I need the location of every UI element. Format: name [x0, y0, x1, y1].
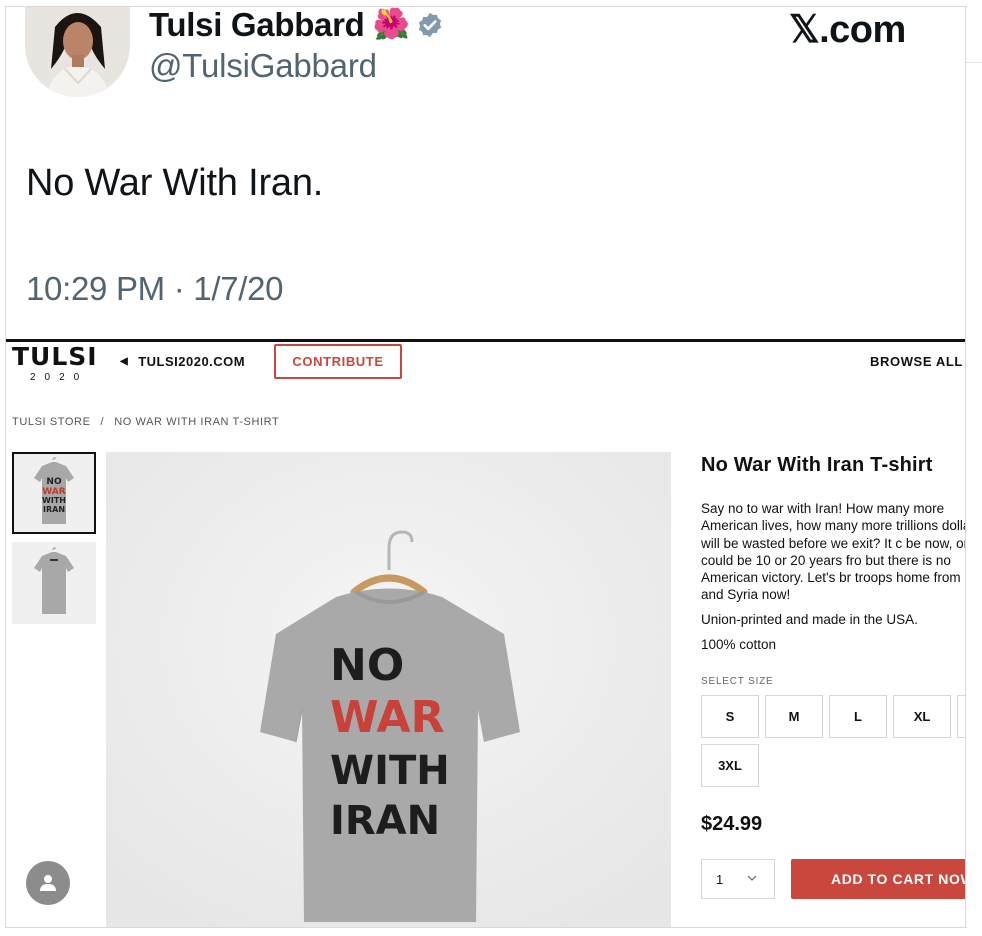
- product-description: Say no to war with Iran! How many more A…: [701, 501, 965, 603]
- svg-text:NO: NO: [46, 477, 62, 487]
- shirt-print-line: NO: [330, 640, 404, 691]
- browse-all-link[interactable]: BROWSE ALL: [870, 354, 963, 369]
- breadcrumb: TULSI STORE / NO WAR WITH IRAN T-SHIRT: [12, 416, 279, 428]
- logo-main: TULSI: [12, 342, 98, 371]
- add-to-cart-button[interactable]: ADD TO CART NOW: [791, 859, 965, 899]
- user-icon[interactable]: [26, 861, 70, 905]
- shirt-print-line: WITH: [330, 748, 450, 794]
- svg-text:WITH: WITH: [42, 496, 66, 505]
- store-logo[interactable]: TULSI 2020: [12, 343, 98, 385]
- breadcrumb-store[interactable]: TULSI STORE: [12, 416, 91, 428]
- shirt-print-line: WAR: [330, 692, 445, 743]
- tweet-card: Tulsi Gabbard 🌺 @TulsiGabbard 𝕏.com No W…: [6, 6, 965, 340]
- breadcrumb-separator: /: [100, 416, 105, 428]
- quantity-select[interactable]: 1: [701, 859, 775, 899]
- size-option-xl[interactable]: XL: [893, 695, 951, 738]
- verified-badge-icon[interactable]: [416, 11, 444, 39]
- thumbnail-back[interactable]: [12, 542, 96, 624]
- site-watermark: 𝕏.com: [789, 9, 906, 51]
- tweet-text: No War With Iran.: [26, 162, 324, 204]
- user-glyph: [40, 875, 56, 891]
- size-option-partial[interactable]: [957, 695, 965, 738]
- product-title: No War With Iran T-shirt: [701, 454, 933, 476]
- size-label: SELECT SIZE: [701, 676, 774, 687]
- user-handle[interactable]: @TulsiGabbard: [149, 47, 377, 85]
- chevron-down-icon: [747, 875, 757, 881]
- quantity-value: 1: [716, 871, 724, 887]
- size-option-m[interactable]: M: [765, 695, 823, 738]
- contribute-button[interactable]: CONTRIBUTE: [274, 344, 402, 379]
- product-material: 100% cotton: [701, 637, 777, 652]
- product-image[interactable]: NO WAR WITH IRAN: [106, 452, 671, 927]
- name-row: Tulsi Gabbard 🌺: [149, 6, 444, 44]
- display-name[interactable]: Tulsi Gabbard: [149, 6, 365, 44]
- frame-bottom-line: [5, 927, 967, 928]
- frame-right-line: [965, 6, 966, 928]
- thumbnail-front[interactable]: NO WAR WITH IRAN: [12, 452, 96, 534]
- logo-sub: 2020: [30, 372, 89, 383]
- hibiscus-emoji: 🌺: [372, 8, 410, 41]
- svg-text:IRAN: IRAN: [43, 505, 65, 514]
- tweet-timestamp[interactable]: 10:29 PM · 1/7/20: [26, 270, 284, 308]
- product-price: $24.99: [701, 813, 763, 835]
- avatar[interactable]: [25, 7, 130, 97]
- back-arrow-icon: ◀: [120, 356, 129, 367]
- size-option-l[interactable]: L: [829, 695, 887, 738]
- frame-tick: [966, 62, 982, 63]
- store-page: TULSI 2020 ◀ TULSI2020.COM CONTRIBUTE BR…: [6, 342, 965, 927]
- breadcrumb-product: NO WAR WITH IRAN T-SHIRT: [114, 416, 280, 428]
- shirt-print-line: IRAN: [330, 798, 440, 844]
- size-option-3xl[interactable]: 3XL: [701, 744, 759, 787]
- back-link-label: TULSI2020.COM: [138, 354, 246, 369]
- product-made-in: Union-printed and made in the USA.: [701, 612, 918, 627]
- back-link[interactable]: ◀ TULSI2020.COM: [120, 354, 245, 369]
- size-option-s[interactable]: S: [701, 695, 759, 738]
